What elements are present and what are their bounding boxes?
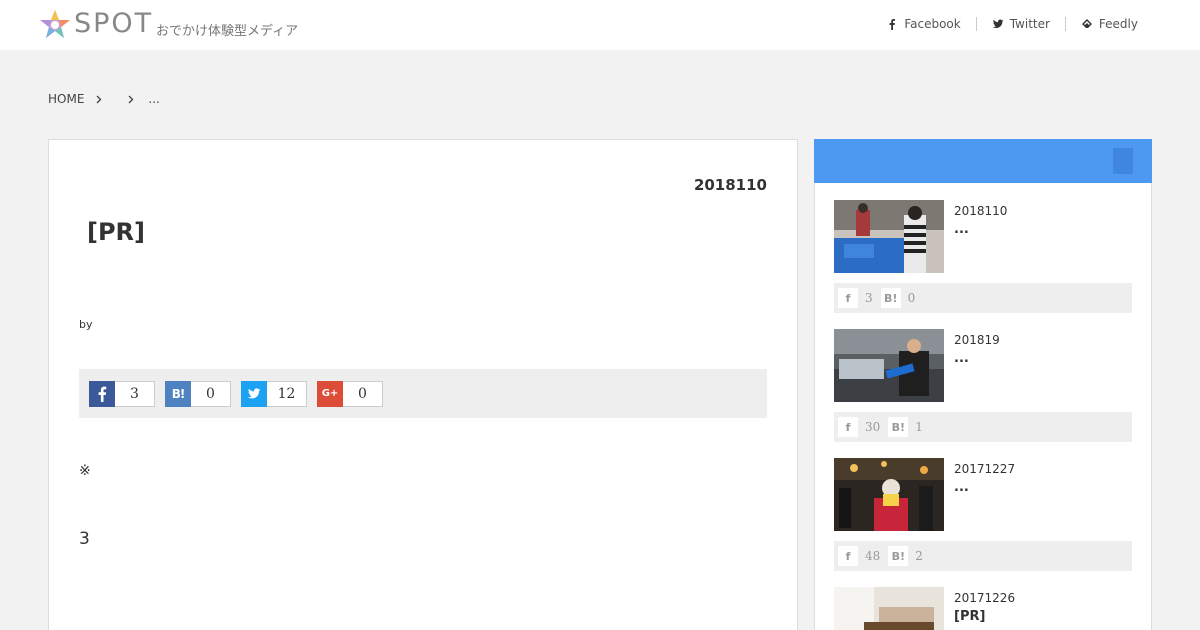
post-title[interactable]: ... xyxy=(954,351,969,366)
breadcrumb: HOME ... xyxy=(48,92,160,106)
facebook-icon[interactable] xyxy=(89,380,115,407)
share-bar: 3 B! 0 12 G+ 0 xyxy=(79,369,767,418)
hatena-share[interactable]: B! 0 xyxy=(165,380,231,407)
post-date: 2018110 xyxy=(954,204,1008,218)
twitter-share-count: 12 xyxy=(267,380,307,407)
hatena-glyph: B! xyxy=(171,386,186,401)
hatena-bookmark-icon[interactable]: B! xyxy=(165,380,191,407)
post-title[interactable]: ... xyxy=(954,222,969,237)
post-facebook-count: 48 xyxy=(865,549,881,563)
post-facebook-count: 3 xyxy=(865,291,873,305)
facebook-icon[interactable]: f xyxy=(838,417,858,437)
article-note: ※ xyxy=(79,463,91,479)
hatena-bookmark-icon[interactable]: B! xyxy=(888,417,909,437)
post-thumbnail[interactable] xyxy=(834,200,944,273)
post-share-bar: f 30 B! 1 xyxy=(834,412,1132,442)
hatena-bookmark-icon[interactable]: B! xyxy=(888,546,909,566)
article-card: 2018110 [PR] by 3 B! 0 12 G+ 0 ※ 3 xyxy=(48,139,798,630)
divider xyxy=(975,17,977,31)
feedly-link-label: Feedly xyxy=(1098,17,1138,31)
facebook-icon[interactable]: f xyxy=(838,288,858,308)
facebook-share-count: 3 xyxy=(115,380,155,407)
twitter-share[interactable]: 12 xyxy=(241,380,307,407)
facebook-link[interactable]: Facebook xyxy=(886,17,961,31)
facebook-share[interactable]: 3 xyxy=(89,380,155,407)
hatena-bookmark-icon[interactable]: B! xyxy=(880,288,901,308)
logo-wordmark[interactable]: SPOT xyxy=(74,8,153,39)
post-date: 20171227 xyxy=(954,462,1016,476)
sidebar: 2018110 ... f 3 B! 0 201819 ... f 30 B! … xyxy=(814,139,1152,630)
article-body-text: 3 xyxy=(79,529,90,549)
google-plus-icon[interactable]: G+ xyxy=(317,380,343,407)
post-date: 20171226 xyxy=(954,591,1016,605)
googleplus-share[interactable]: G+ 0 xyxy=(317,380,383,407)
header-social-links: Facebook Twitter Feedly xyxy=(886,17,1138,31)
twitter-link[interactable]: Twitter xyxy=(992,17,1050,31)
hatena-share-count: 0 xyxy=(191,380,231,407)
post-thumbnail[interactable] xyxy=(834,329,944,402)
post-hatena-count: 2 xyxy=(915,549,923,563)
post-title[interactable]: ... xyxy=(954,480,969,495)
chevron-right-icon xyxy=(96,95,116,104)
twitter-icon xyxy=(992,19,1004,29)
article-title: [PR] xyxy=(87,218,146,246)
post-date: 201819 xyxy=(954,333,1000,347)
chevron-right-icon xyxy=(128,95,148,104)
facebook-icon[interactable]: f xyxy=(838,546,858,566)
article-date: 2018110 xyxy=(693,176,767,194)
post-hatena-count: 1 xyxy=(915,420,923,434)
post-facebook-count: 30 xyxy=(865,420,881,434)
googleplus-glyph: G+ xyxy=(321,388,339,399)
site-header: SPOT おでかけ体験型メディア Facebook Twitter Feedly xyxy=(0,0,1200,50)
post-thumbnail[interactable] xyxy=(834,458,944,531)
divider xyxy=(1064,17,1066,31)
breadcrumb-current: ... xyxy=(148,92,160,106)
facebook-link-label: Facebook xyxy=(904,17,961,31)
article-author: by xyxy=(79,318,93,331)
feedly-link[interactable]: Feedly xyxy=(1081,17,1138,31)
twitter-icon[interactable] xyxy=(241,380,267,407)
spot-logo-icon[interactable] xyxy=(38,9,72,41)
twitter-link-label: Twitter xyxy=(1009,17,1050,31)
facebook-icon xyxy=(889,19,896,30)
post-share-bar: f 48 B! 2 xyxy=(834,541,1132,571)
post-title[interactable]: [PR] xyxy=(954,609,985,624)
feedly-icon xyxy=(1081,19,1092,28)
post-hatena-count: 0 xyxy=(907,291,916,305)
site-tagline: おでかけ体験型メディア xyxy=(156,24,299,39)
breadcrumb-home[interactable]: HOME xyxy=(48,92,84,106)
sidebar-header xyxy=(814,139,1152,183)
googleplus-share-count: 0 xyxy=(343,380,383,407)
post-thumbnail[interactable] xyxy=(834,587,944,630)
post-share-bar: f 3 B! 0 xyxy=(834,283,1132,313)
sidebar-header-button[interactable] xyxy=(1113,148,1133,174)
